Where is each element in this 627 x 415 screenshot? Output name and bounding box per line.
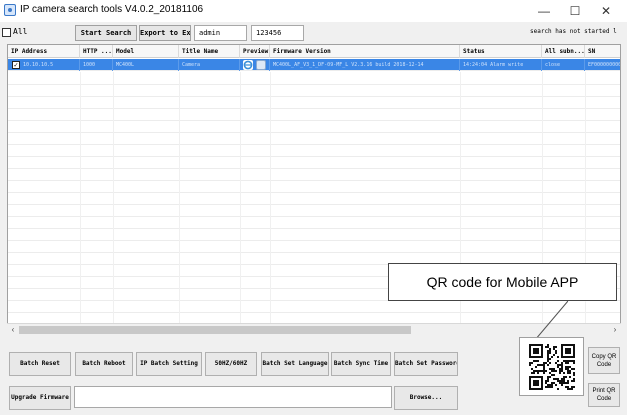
batch-sync-time-button[interactable]: Batch Sync Time — [331, 352, 391, 376]
ip-batch-setting-button[interactable]: IP Batch Setting — [136, 352, 202, 376]
batch-set-password-button[interactable]: Batch Set Password — [394, 352, 458, 376]
browse-button[interactable]: Browse... — [394, 386, 458, 410]
batch-reset-button[interactable]: Batch Reset — [9, 352, 71, 376]
batch-set-language-button[interactable]: Batch Set Language — [261, 352, 329, 376]
batch-reboot-button[interactable]: Batch Reboot — [75, 352, 133, 376]
firmware-path-field[interactable] — [74, 386, 392, 408]
qr-callout: QR code for Mobile APP — [388, 263, 617, 301]
qr-code-panel — [519, 337, 584, 396]
upgrade-firmware-button[interactable]: Upgrade Firmware — [9, 386, 71, 410]
print-qr-button[interactable]: Print QR Code — [588, 383, 620, 407]
copy-qr-button[interactable]: Copy QR Code — [588, 347, 620, 374]
frequency-button[interactable]: 50HZ/60HZ — [205, 352, 257, 376]
qr-code-icon — [529, 344, 575, 390]
